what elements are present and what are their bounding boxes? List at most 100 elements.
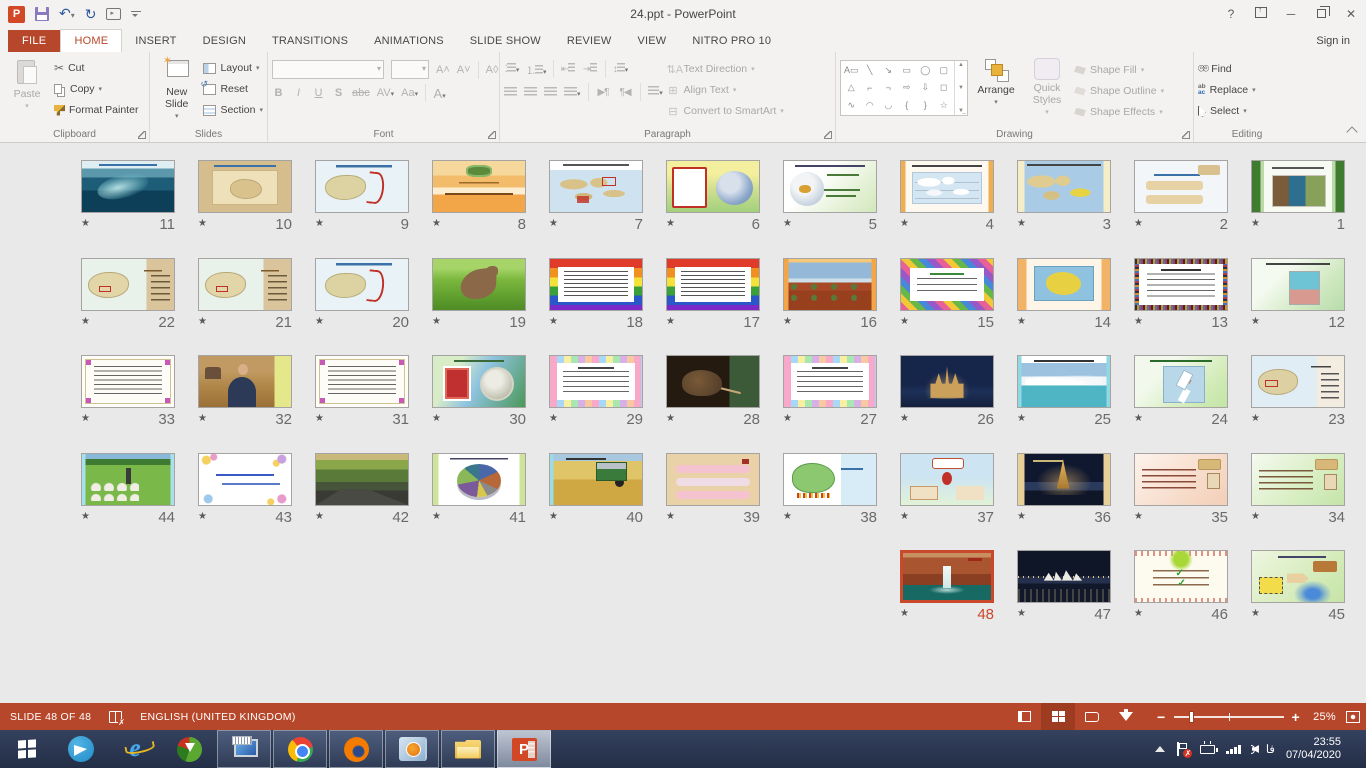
animation-star-icon[interactable]: ★: [900, 609, 909, 619]
align-center-button[interactable]: [524, 83, 537, 101]
format-painter-button[interactable]: Format Painter: [54, 101, 138, 119]
slide-thumbnail-42[interactable]: [315, 453, 409, 506]
slide-thumbnail-29[interactable]: [549, 355, 643, 408]
powerpoint-logo-icon[interactable]: P: [8, 6, 25, 23]
battery-icon[interactable]: [1200, 745, 1215, 754]
align-right-button[interactable]: [544, 83, 557, 101]
animation-star-icon[interactable]: ★: [1017, 609, 1026, 619]
slide-thumbnail-33[interactable]: [81, 355, 175, 408]
taskbar-internet-explorer[interactable]: e: [108, 730, 162, 768]
network-signal-icon[interactable]: [1226, 745, 1241, 754]
undo-button[interactable]: ↶▾: [59, 5, 75, 23]
animation-star-icon[interactable]: ★: [1134, 414, 1143, 424]
slide-thumbnail-22[interactable]: [81, 258, 175, 311]
slide-thumbnail-31[interactable]: [315, 355, 409, 408]
line-spacing-button[interactable]: ↕▾: [613, 63, 628, 75]
copy-button[interactable]: Copy▾: [54, 80, 138, 98]
slide-thumbnail-6[interactable]: [666, 160, 760, 213]
quick-styles-button[interactable]: Quick Styles▾: [1024, 55, 1070, 126]
redo-icon[interactable]: ↻: [85, 7, 97, 21]
taskbar-download-manager[interactable]: [162, 730, 216, 768]
slide-thumbnail-2[interactable]: [1134, 160, 1228, 213]
language-indicator[interactable]: فا: [1266, 742, 1275, 756]
fit-to-window-icon[interactable]: [1346, 711, 1360, 723]
reset-button[interactable]: Reset: [203, 80, 263, 98]
slide-sorter-view-button[interactable]: [1041, 703, 1075, 730]
animation-star-icon[interactable]: ★: [1251, 609, 1260, 619]
animation-star-icon[interactable]: ★: [198, 512, 207, 522]
slide-thumbnail-26[interactable]: [900, 355, 994, 408]
undo-dropdown-icon[interactable]: ▾: [71, 11, 75, 20]
animation-star-icon[interactable]: ★: [900, 414, 909, 424]
animation-star-icon[interactable]: ★: [1134, 512, 1143, 522]
slide-thumbnail-30[interactable]: [432, 355, 526, 408]
animation-star-icon[interactable]: ★: [315, 512, 324, 522]
tab-nitro-pro[interactable]: NITRO PRO 10: [679, 30, 784, 52]
clipboard-dialog-launcher[interactable]: [138, 131, 146, 139]
tab-view[interactable]: VIEW: [624, 30, 679, 52]
animation-star-icon[interactable]: ★: [432, 414, 441, 424]
convert-smartart-button[interactable]: ⊟Convert to SmartArt▾: [667, 102, 784, 120]
taskbar-telegram[interactable]: [54, 730, 108, 768]
numbering-button[interactable]: ⒈▾: [526, 62, 546, 77]
align-left-button[interactable]: [504, 83, 517, 101]
slide-thumbnail-38[interactable]: [783, 453, 877, 506]
slide-thumbnail-41[interactable]: [432, 453, 526, 506]
slide-thumbnail-13[interactable]: [1134, 258, 1228, 311]
animation-star-icon[interactable]: ★: [783, 219, 792, 229]
volume-button[interactable]: [1252, 745, 1255, 754]
clear-formatting-button[interactable]: A◊: [486, 64, 499, 76]
animation-star-icon[interactable]: ★: [549, 219, 558, 229]
slide-thumbnail-47[interactable]: [1017, 550, 1111, 603]
slide-thumbnail-46[interactable]: [1134, 550, 1228, 603]
shape-fill-button[interactable]: Shape Fill▾: [1074, 61, 1164, 79]
slide-thumbnail-11[interactable]: [81, 160, 175, 213]
language-status[interactable]: ENGLISH (UNITED KINGDOM): [140, 711, 295, 723]
animation-star-icon[interactable]: ★: [1017, 317, 1026, 327]
text-shadow-button[interactable]: S: [332, 87, 345, 99]
animation-star-icon[interactable]: ★: [81, 414, 90, 424]
new-slide-button[interactable]: New Slide▾: [154, 55, 199, 126]
slide-thumbnail-39[interactable]: [666, 453, 760, 506]
normal-view-button[interactable]: [1007, 703, 1041, 730]
bold-button[interactable]: B: [272, 87, 285, 99]
animation-star-icon[interactable]: ★: [1134, 219, 1143, 229]
animation-star-icon[interactable]: ★: [549, 414, 558, 424]
text-direction-button[interactable]: ⇅AText Direction▾: [667, 60, 784, 78]
grow-font-button[interactable]: A˄: [436, 64, 450, 76]
font-name-combo[interactable]: [272, 60, 384, 79]
slide-thumbnail-28[interactable]: [666, 355, 760, 408]
cut-button[interactable]: ✂Cut: [54, 59, 138, 77]
justify-button[interactable]: ▾: [564, 83, 581, 101]
animation-star-icon[interactable]: ★: [1017, 219, 1026, 229]
change-case-button[interactable]: Aa▾: [401, 87, 418, 99]
tab-home[interactable]: HOME: [60, 29, 122, 52]
slide-thumbnail-16[interactable]: [783, 258, 877, 311]
tab-insert[interactable]: INSERT: [122, 30, 189, 52]
animation-star-icon[interactable]: ★: [1251, 512, 1260, 522]
animation-star-icon[interactable]: ★: [1134, 317, 1143, 327]
columns-button[interactable]: ▾: [648, 86, 663, 98]
shapes-gallery[interactable]: A▭╲↘▭◯▢ △⌐¬⇨⇩◻ ∿◠◡{}☆ ▲▼▼̲: [840, 60, 968, 116]
align-text-button[interactable]: ⊞Align Text▾: [667, 81, 784, 99]
zoom-out-button[interactable]: −: [1157, 709, 1165, 725]
zoom-percentage[interactable]: 25%: [1300, 711, 1336, 723]
animation-star-icon[interactable]: ★: [549, 317, 558, 327]
slide-thumbnail-1[interactable]: [1251, 160, 1345, 213]
restore-button[interactable]: [1306, 7, 1336, 21]
slide-thumbnail-27[interactable]: [783, 355, 877, 408]
slide-thumbnail-36[interactable]: [1017, 453, 1111, 506]
animation-star-icon[interactable]: ★: [198, 317, 207, 327]
slide-thumbnail-19[interactable]: [432, 258, 526, 311]
slide-thumbnail-24[interactable]: [1134, 355, 1228, 408]
animation-star-icon[interactable]: ★: [315, 317, 324, 327]
animation-star-icon[interactable]: ★: [315, 219, 324, 229]
slide-thumbnail-21[interactable]: [198, 258, 292, 311]
taskbar-chrome[interactable]: [273, 730, 327, 768]
drawing-dialog-launcher[interactable]: [1182, 131, 1190, 139]
zoom-slider[interactable]: [1174, 716, 1284, 718]
animation-star-icon[interactable]: ★: [900, 317, 909, 327]
slide-thumbnail-34[interactable]: [1251, 453, 1345, 506]
taskbar-firefox[interactable]: [329, 730, 383, 768]
animation-star-icon[interactable]: ★: [1251, 317, 1260, 327]
